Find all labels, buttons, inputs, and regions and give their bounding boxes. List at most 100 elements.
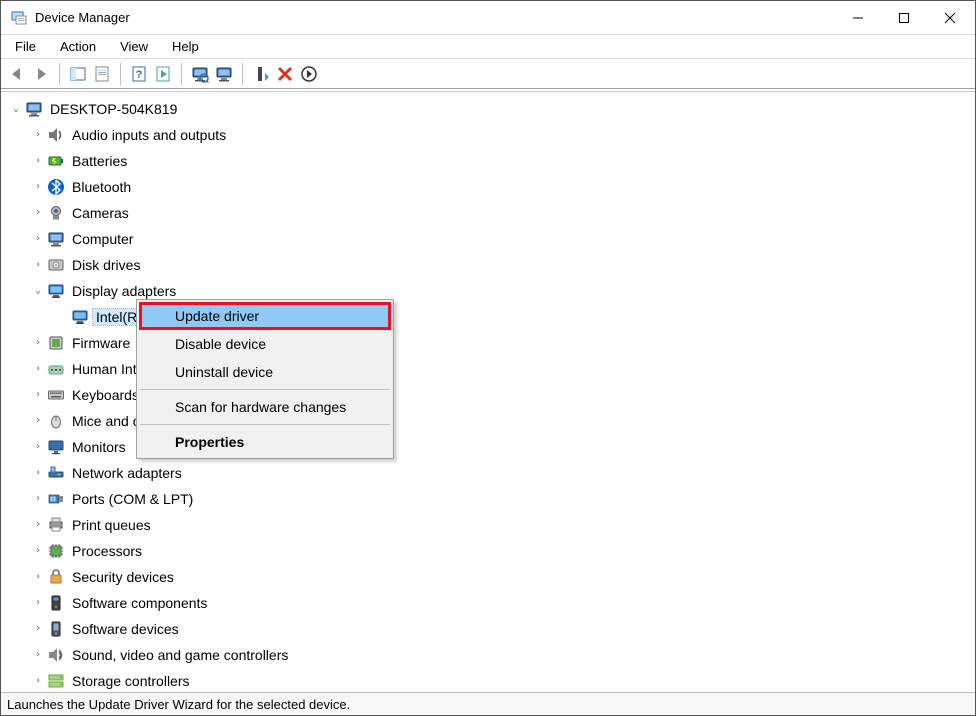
window-title: Device Manager bbox=[35, 10, 835, 25]
monitor-icon bbox=[47, 438, 65, 456]
back-button[interactable] bbox=[5, 62, 29, 86]
expander-icon[interactable]: › bbox=[31, 182, 45, 192]
tree-item-label: Processors bbox=[69, 543, 145, 559]
tree-item-label: Network adapters bbox=[69, 465, 185, 481]
expander-icon[interactable]: › bbox=[31, 390, 45, 400]
audio-icon bbox=[47, 126, 65, 144]
tree-category-swcomp[interactable]: › Software components bbox=[7, 590, 975, 616]
enable-disable-button[interactable] bbox=[297, 62, 321, 86]
tree-item-label: Ports (COM & LPT) bbox=[69, 491, 196, 507]
sound-icon bbox=[47, 646, 65, 664]
processor-icon bbox=[47, 542, 65, 560]
add-legacy-button[interactable] bbox=[249, 62, 273, 86]
expander-icon[interactable]: › bbox=[31, 676, 45, 686]
tree-category-audio[interactable]: ›Audio inputs and outputs bbox=[7, 122, 975, 148]
maximize-button[interactable] bbox=[881, 2, 927, 34]
update-driver-button[interactable] bbox=[212, 62, 236, 86]
tree-category-disk[interactable]: › Disk drives bbox=[7, 252, 975, 278]
status-text: Launches the Update Driver Wizard for th… bbox=[7, 697, 350, 712]
tree-category-printer[interactable]: › Print queues bbox=[7, 512, 975, 538]
mouse-icon bbox=[47, 412, 65, 430]
tree-item-label: Security devices bbox=[69, 569, 177, 585]
expander-icon[interactable]: › bbox=[31, 598, 45, 608]
firmware-icon bbox=[47, 334, 65, 352]
expander-icon[interactable]: › bbox=[31, 650, 45, 660]
tree-item-label: Disk drives bbox=[69, 257, 143, 273]
tree-category-sound[interactable]: › Sound, video and game controllers bbox=[7, 642, 975, 668]
camera-icon bbox=[47, 204, 65, 222]
tree-category-bluetooth[interactable]: › Bluetooth bbox=[7, 174, 975, 200]
tree-category-camera[interactable]: ›Cameras bbox=[7, 200, 975, 226]
hid-icon bbox=[47, 360, 65, 378]
tree-item-label: Software components bbox=[69, 595, 210, 611]
show-hide-tree-button[interactable] bbox=[66, 62, 90, 86]
tree-category-storage[interactable]: › Storage controllers bbox=[7, 668, 975, 691]
help-button[interactable]: ? bbox=[127, 62, 151, 86]
tree-category-battery[interactable]: ›Batteries bbox=[7, 148, 975, 174]
expander-icon[interactable]: › bbox=[31, 546, 45, 556]
bluetooth-icon bbox=[47, 178, 65, 196]
context-menu-separator bbox=[140, 389, 390, 390]
tree-item-label: Software devices bbox=[69, 621, 182, 637]
scan-hardware-button[interactable] bbox=[188, 62, 212, 86]
security-icon bbox=[47, 568, 65, 586]
title-bar: Device Manager bbox=[1, 1, 975, 35]
expander-icon[interactable]: › bbox=[31, 338, 45, 348]
computer-icon bbox=[25, 100, 43, 118]
menu-file[interactable]: File bbox=[7, 37, 44, 56]
expander-icon[interactable]: › bbox=[31, 468, 45, 478]
context-menu-properties[interactable]: Properties bbox=[139, 428, 391, 456]
menu-bar: File Action View Help bbox=[1, 35, 975, 59]
tree-item-label: Display adapters bbox=[69, 283, 179, 299]
swdev-icon bbox=[47, 620, 65, 638]
tree-category-computer[interactable]: ›Computer bbox=[7, 226, 975, 252]
tree-item-label: Sound, video and game controllers bbox=[69, 647, 291, 663]
expander-icon[interactable]: › bbox=[31, 156, 45, 166]
computer-icon bbox=[47, 230, 65, 248]
expander-icon[interactable]: › bbox=[31, 494, 45, 504]
tree-category-security[interactable]: › Security devices bbox=[7, 564, 975, 590]
expander-icon[interactable]: › bbox=[31, 442, 45, 452]
tree-item-label: Monitors bbox=[69, 439, 129, 455]
expander-icon[interactable]: › bbox=[31, 624, 45, 634]
expander-icon[interactable]: › bbox=[31, 208, 45, 218]
app-icon bbox=[11, 10, 27, 26]
close-button[interactable] bbox=[927, 2, 973, 34]
expander-icon[interactable]: › bbox=[31, 520, 45, 530]
toolbar: ? bbox=[1, 59, 975, 89]
keyboard-icon bbox=[47, 386, 65, 404]
uninstall-button[interactable] bbox=[273, 62, 297, 86]
expander-icon[interactable]: › bbox=[31, 416, 45, 426]
context-menu-disable-device[interactable]: Disable device bbox=[139, 330, 391, 358]
expander-icon[interactable]: ⌄ bbox=[9, 104, 23, 114]
tree-item-label: Firmware bbox=[69, 335, 133, 351]
context-menu-uninstall-device[interactable]: Uninstall device bbox=[139, 358, 391, 386]
menu-help[interactable]: Help bbox=[164, 37, 207, 56]
action-button[interactable] bbox=[151, 62, 175, 86]
menu-action[interactable]: Action bbox=[52, 37, 104, 56]
expander-icon[interactable]: › bbox=[31, 364, 45, 374]
tree-root[interactable]: ⌄DESKTOP-504K819 bbox=[7, 96, 975, 122]
expander-icon[interactable]: › bbox=[31, 260, 45, 270]
minimize-button[interactable] bbox=[835, 2, 881, 34]
menu-view[interactable]: View bbox=[112, 37, 156, 56]
status-bar: Launches the Update Driver Wizard for th… bbox=[1, 692, 975, 715]
context-menu-scan-for-hardware-changes[interactable]: Scan for hardware changes bbox=[139, 393, 391, 421]
properties-toolbar-button[interactable] bbox=[90, 62, 114, 86]
display-icon bbox=[47, 282, 65, 300]
tree-category-swdev[interactable]: › Software devices bbox=[7, 616, 975, 642]
tree-item-label: Print queues bbox=[69, 517, 154, 533]
display-icon bbox=[71, 308, 89, 326]
expander-icon[interactable]: › bbox=[31, 234, 45, 244]
forward-button[interactable] bbox=[29, 62, 53, 86]
expander-icon[interactable]: › bbox=[31, 572, 45, 582]
context-menu-update-driver[interactable]: Update driver bbox=[139, 302, 391, 330]
tree-item-label: Bluetooth bbox=[69, 179, 134, 195]
expander-icon[interactable]: › bbox=[31, 130, 45, 140]
tree-category-ports[interactable]: › Ports (COM & LPT) bbox=[7, 486, 975, 512]
tree-category-network[interactable]: › Network adapters bbox=[7, 460, 975, 486]
expander-icon[interactable]: ⌄ bbox=[31, 286, 45, 296]
tree-item-label: Storage controllers bbox=[69, 673, 193, 689]
tree-category-processor[interactable]: › Processors bbox=[7, 538, 975, 564]
printer-icon bbox=[47, 516, 65, 534]
